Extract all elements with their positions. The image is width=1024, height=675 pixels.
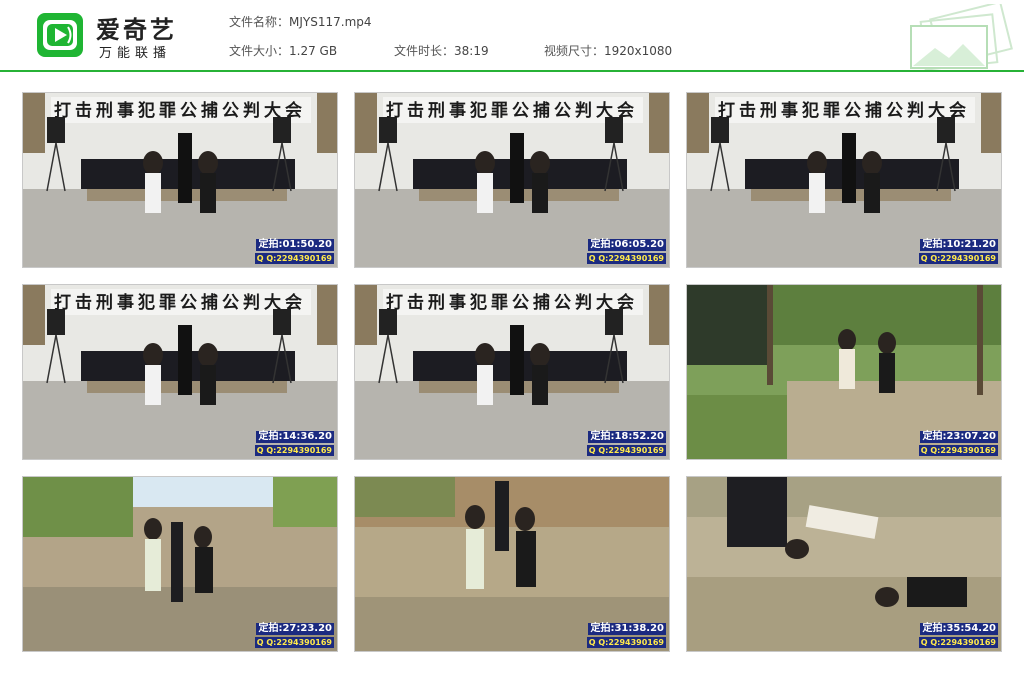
- photo-stack-icon: [905, 0, 1015, 74]
- thumbnail-timestamp: 定拍:01:50.20: [256, 239, 334, 251]
- brand-name: 爱奇艺: [96, 16, 177, 44]
- thumbnail-watermark: Q Q:2294390169: [254, 445, 334, 456]
- stage-banner-text: 打击刑事犯罪公捕公判大会: [386, 293, 638, 313]
- thumbnail-timestamp: 定拍:31:38.20: [588, 623, 666, 635]
- thumbnail-watermark: Q Q:2294390169: [254, 637, 334, 648]
- thumbnail-timestamp: 定拍:23:07.20: [920, 431, 998, 443]
- header-bar: 爱奇艺 万能联播 文件名称：MJYS117.mp4 文件大小：1.27 GB 文…: [0, 0, 1024, 72]
- thumbnail-watermark: Q Q:2294390169: [586, 253, 666, 264]
- thumbnail-watermark: Q Q:2294390169: [586, 637, 666, 648]
- video-dimensions-label: 视频尺寸：: [544, 44, 605, 58]
- video-thumbnail[interactable]: 打击刑事犯罪公捕公判大会定拍:01:50.20 Q Q:2294390169: [22, 92, 338, 268]
- video-thumbnail[interactable]: 打击刑事犯罪公捕公判大会定拍:18:52.20 Q Q:2294390169: [354, 284, 670, 460]
- video-thumbnail[interactable]: 打击刑事犯罪公捕公判大会定拍:14:36.20 Q Q:2294390169: [22, 284, 338, 460]
- video-thumbnail[interactable]: 打击刑事犯罪公捕公判大会定拍:06:05.20 Q Q:2294390169: [354, 92, 670, 268]
- file-size-value: 1.27 GB: [289, 44, 338, 58]
- video-dimensions-value: 1920x1080: [604, 44, 673, 58]
- stage-banner-text: 打击刑事犯罪公捕公判大会: [54, 293, 306, 313]
- thumbnail-watermark: Q Q:2294390169: [586, 445, 666, 456]
- file-duration-label: 文件时长：: [394, 44, 455, 58]
- stage-banner-text: 打击刑事犯罪公捕公判大会: [54, 101, 306, 121]
- file-name-value: MJYS117.mp4: [289, 15, 372, 29]
- video-dimensions-field: 视频尺寸：1920x1080: [544, 42, 672, 59]
- thumbnail-watermark: Q Q:2294390169: [918, 637, 998, 648]
- video-thumbnail[interactable]: 定拍:35:54.20 Q Q:2294390169: [686, 476, 1002, 652]
- file-size-field: 文件大小：1.27 GB: [229, 42, 337, 59]
- thumbnail-timestamp: 定拍:18:52.20: [588, 431, 666, 443]
- video-thumbnail[interactable]: 定拍:31:38.20 Q Q:2294390169: [354, 476, 670, 652]
- stage-banner-text: 打击刑事犯罪公捕公判大会: [386, 101, 638, 121]
- file-size-label: 文件大小：: [229, 44, 290, 58]
- thumbnail-timestamp: 定拍:10:21.20: [920, 239, 998, 251]
- brand-subtitle: 万能联播: [99, 46, 172, 61]
- thumbnail-timestamp: 定拍:14:36.20: [256, 431, 334, 443]
- file-duration-value: 38:19: [454, 44, 489, 58]
- file-name-field: 文件名称：MJYS117.mp4: [229, 13, 372, 30]
- file-name-label: 文件名称：: [229, 15, 290, 29]
- iqiyi-logo-icon: [37, 13, 83, 57]
- video-thumbnail[interactable]: 打击刑事犯罪公捕公判大会定拍:10:21.20 Q Q:2294390169: [686, 92, 1002, 268]
- thumbnail-watermark: Q Q:2294390169: [254, 253, 334, 264]
- file-duration-field: 文件时长：38:19: [394, 42, 489, 59]
- video-thumbnail[interactable]: 定拍:27:23.20 Q Q:2294390169: [22, 476, 338, 652]
- thumbnail-timestamp: 定拍:06:05.20: [588, 239, 666, 251]
- thumbnail-timestamp: 定拍:35:54.20: [920, 623, 998, 635]
- thumbnail-watermark: Q Q:2294390169: [918, 445, 998, 456]
- thumbnail-timestamp: 定拍:27:23.20: [256, 623, 334, 635]
- video-thumbnail[interactable]: 定拍:23:07.20 Q Q:2294390169: [686, 284, 1002, 460]
- thumbnail-watermark: Q Q:2294390169: [918, 253, 998, 264]
- header-divider: [0, 70, 1024, 72]
- stage-banner-text: 打击刑事犯罪公捕公判大会: [718, 101, 970, 121]
